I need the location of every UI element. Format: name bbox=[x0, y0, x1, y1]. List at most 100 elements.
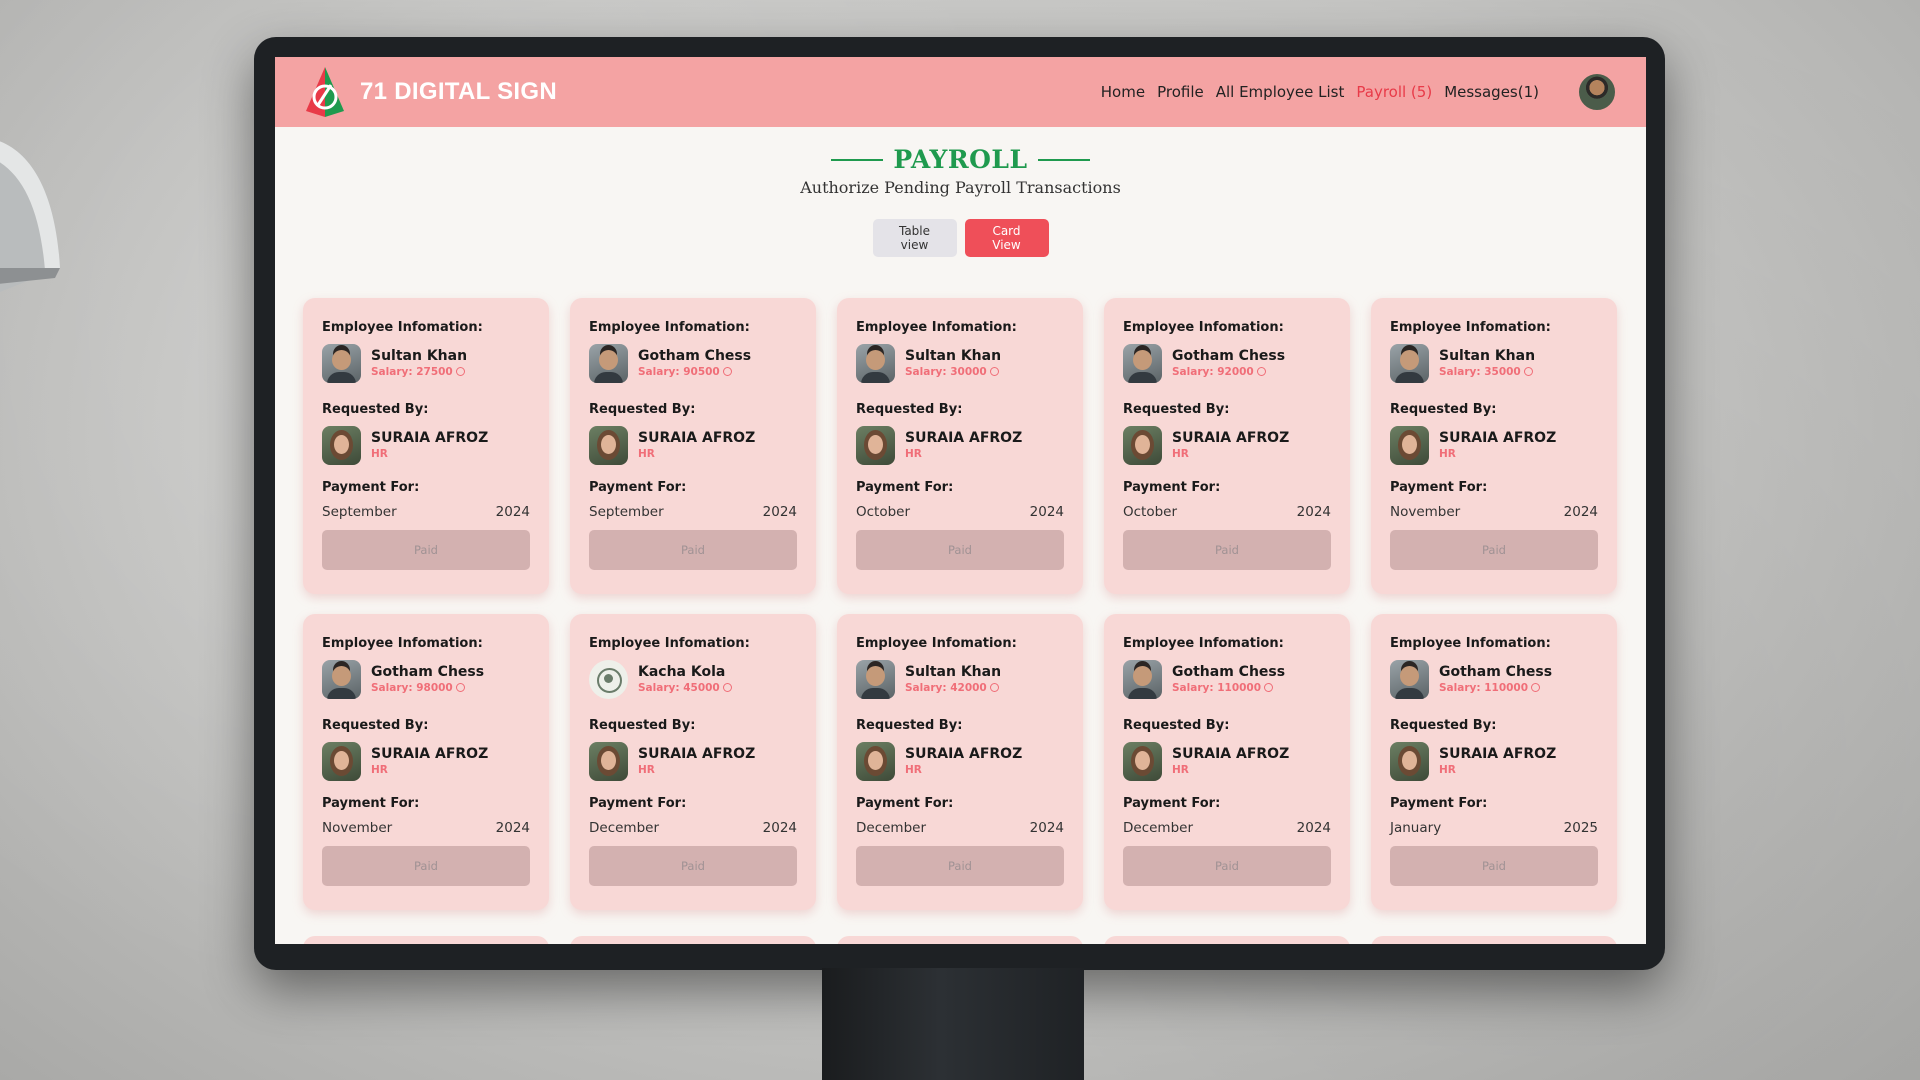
requester-role: HR bbox=[638, 763, 655, 776]
card-view-button[interactable]: Card View bbox=[964, 219, 1049, 257]
paid-button[interactable]: Paid bbox=[322, 846, 530, 886]
requester-role: HR bbox=[1172, 447, 1189, 460]
payment-month: November bbox=[1390, 504, 1461, 520]
requester-name: SURAIA AFROZ bbox=[1172, 429, 1290, 446]
payroll-card: Employee Infomation: Gotham Chess Salary… bbox=[303, 614, 549, 910]
currency-icon bbox=[722, 366, 732, 376]
brand-name[interactable]: 71 DIGITAL SIGN bbox=[360, 78, 557, 106]
payroll-card: Employee Infomation: Sultan Khan Salary:… bbox=[303, 298, 549, 594]
payment-month: October bbox=[1123, 504, 1178, 520]
currency-icon bbox=[455, 366, 465, 376]
paid-button[interactable]: Paid bbox=[856, 530, 1064, 570]
payroll-card: Employee Infomation: Kacha Kola Salary: … bbox=[570, 614, 816, 910]
requester-name: SURAIA AFROZ bbox=[371, 429, 489, 446]
requester-block: SURAIA AFROZ HR bbox=[322, 426, 530, 465]
employee-block: Sultan Khan Salary: 27500 bbox=[322, 344, 530, 383]
employee-salary-text: Salary: 30000 bbox=[905, 365, 987, 378]
paid-button[interactable]: Paid bbox=[589, 846, 797, 886]
requester-name: SURAIA AFROZ bbox=[1172, 745, 1290, 762]
employee-photo bbox=[1123, 660, 1162, 699]
payment-period: October 2024 bbox=[1123, 504, 1331, 520]
payment-for-label: Payment For: bbox=[1390, 796, 1488, 811]
payment-period: October 2024 bbox=[856, 504, 1064, 520]
requester-block: SURAIA AFROZ HR bbox=[1123, 426, 1331, 465]
payroll-card-grid: Employee Infomation: Sultan Khan Salary:… bbox=[303, 298, 1617, 910]
paid-button[interactable]: Paid bbox=[1390, 530, 1598, 570]
payroll-card: Employee Infomation: Gotham Chess Salary… bbox=[1104, 614, 1350, 910]
requester-photo bbox=[1123, 742, 1162, 781]
requester-role: HR bbox=[905, 763, 922, 776]
requested-by-label: Requested By: bbox=[1390, 402, 1497, 417]
monitor-stand bbox=[822, 968, 1084, 1080]
paid-button[interactable]: Paid bbox=[322, 530, 530, 570]
requester-name: SURAIA AFROZ bbox=[1439, 745, 1557, 762]
paid-button[interactable]: Paid bbox=[589, 530, 797, 570]
employee-salary-text: Salary: 92000 bbox=[1172, 365, 1254, 378]
requester-photo bbox=[856, 742, 895, 781]
table-view-button[interactable]: Table view bbox=[872, 219, 957, 257]
payment-for-label: Payment For: bbox=[589, 480, 687, 495]
payment-period: September 2024 bbox=[589, 504, 797, 520]
requester-role: HR bbox=[638, 447, 655, 460]
employee-name: Gotham Chess bbox=[638, 347, 752, 364]
requester-photo bbox=[1390, 426, 1429, 465]
currency-icon bbox=[722, 682, 732, 692]
payroll-card-partial bbox=[837, 936, 1083, 944]
payroll-card: Employee Infomation: Gotham Chess Salary… bbox=[1371, 614, 1617, 910]
paid-button[interactable]: Paid bbox=[856, 846, 1064, 886]
employee-salary: Salary: 27500 bbox=[371, 365, 467, 380]
requester-photo bbox=[322, 426, 361, 465]
payment-year: 2024 bbox=[762, 820, 797, 836]
nav-profile[interactable]: Profile bbox=[1157, 83, 1204, 101]
top-navbar: 71 DIGITAL SIGN Home Profile All Employe… bbox=[275, 57, 1646, 127]
payment-month: January bbox=[1390, 820, 1442, 836]
payment-year: 2024 bbox=[495, 820, 530, 836]
nav-payroll[interactable]: Payroll (5) bbox=[1356, 83, 1432, 101]
requester-role: HR bbox=[1439, 447, 1456, 460]
employee-name: Sultan Khan bbox=[1439, 347, 1536, 364]
employee-name: Kacha Kola bbox=[638, 663, 726, 680]
payroll-card: Employee Infomation: Sultan Khan Salary:… bbox=[837, 614, 1083, 910]
paid-button[interactable]: Paid bbox=[1123, 530, 1331, 570]
employee-name: Gotham Chess bbox=[1172, 347, 1286, 364]
currency-icon bbox=[989, 682, 999, 692]
currency-icon bbox=[1531, 682, 1541, 692]
nav-all-employee-list[interactable]: All Employee List bbox=[1216, 83, 1345, 101]
payment-year: 2024 bbox=[1563, 504, 1598, 520]
page-title: PAYROLL bbox=[831, 145, 1090, 174]
employee-name: Sultan Khan bbox=[905, 663, 1002, 680]
paid-button[interactable]: Paid bbox=[1123, 846, 1331, 886]
payroll-card: Employee Infomation: Sultan Khan Salary:… bbox=[837, 298, 1083, 594]
nav-home[interactable]: Home bbox=[1101, 83, 1145, 101]
requested-by-label: Requested By: bbox=[589, 718, 696, 733]
page-subtitle: Authorize Pending Payroll Transactions bbox=[800, 178, 1121, 197]
nav-messages[interactable]: Messages(1) bbox=[1444, 83, 1539, 101]
requested-by-label: Requested By: bbox=[589, 402, 696, 417]
requester-block: SURAIA AFROZ HR bbox=[1390, 742, 1598, 781]
requester-block: SURAIA AFROZ HR bbox=[856, 742, 1064, 781]
payment-for-label: Payment For: bbox=[856, 480, 954, 495]
payment-for-label: Payment For: bbox=[1390, 480, 1488, 495]
employee-photo bbox=[322, 660, 361, 699]
brand-logo-icon[interactable] bbox=[304, 65, 346, 119]
payment-period: November 2024 bbox=[1390, 504, 1598, 520]
employee-block: Gotham Chess Salary: 98000 bbox=[322, 660, 530, 699]
employee-info-label: Employee Infomation: bbox=[589, 636, 750, 651]
payroll-card: Employee Infomation: Sultan Khan Salary:… bbox=[1371, 298, 1617, 594]
employee-info-label: Employee Infomation: bbox=[1123, 636, 1284, 651]
requester-block: SURAIA AFROZ HR bbox=[589, 742, 797, 781]
employee-block: Gotham Chess Salary: 90500 bbox=[589, 344, 797, 383]
payment-month: November bbox=[322, 820, 393, 836]
employee-photo bbox=[1390, 660, 1429, 699]
user-avatar[interactable] bbox=[1577, 72, 1617, 112]
employee-salary-text: Salary: 27500 bbox=[371, 365, 453, 378]
employee-info-label: Employee Infomation: bbox=[322, 636, 483, 651]
employee-block: Kacha Kola Salary: 45000 bbox=[589, 660, 797, 699]
payment-period: September 2024 bbox=[322, 504, 530, 520]
requester-block: SURAIA AFROZ HR bbox=[1390, 426, 1598, 465]
paid-button[interactable]: Paid bbox=[1390, 846, 1598, 886]
payment-for-label: Payment For: bbox=[856, 796, 954, 811]
employee-info-label: Employee Infomation: bbox=[1123, 320, 1284, 335]
payment-year: 2025 bbox=[1563, 820, 1598, 836]
employee-salary: Salary: 110000 bbox=[1439, 681, 1552, 696]
